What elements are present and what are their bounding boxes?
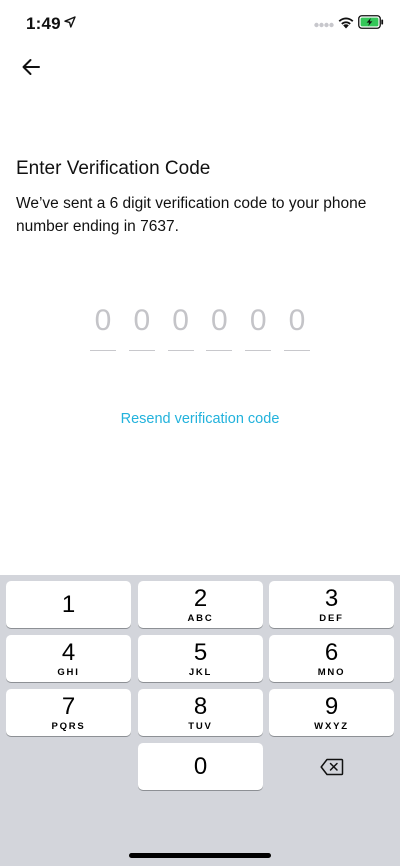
key-digit: 6 xyxy=(324,638,339,666)
key-6[interactable]: 6 MNO xyxy=(269,635,394,682)
key-2[interactable]: 2 ABC xyxy=(138,581,263,628)
page-title: Enter Verification Code xyxy=(16,158,211,179)
code-digit-underline xyxy=(90,350,116,351)
key-7[interactable]: 7 PQRS xyxy=(6,689,131,736)
code-digit-placeholder: 0 xyxy=(288,304,306,337)
code-digit-underline xyxy=(128,350,155,351)
code-digit-underline xyxy=(167,350,194,351)
resend-code-link[interactable]: Resend verification code xyxy=(0,411,400,427)
code-digit-underline xyxy=(283,350,310,351)
key-3[interactable]: 3 DEF xyxy=(269,581,394,628)
key-letters: WXYZ xyxy=(314,720,349,732)
code-digit-placeholder: 0 xyxy=(172,304,189,337)
key-letters: PQRS xyxy=(51,720,86,732)
key-digit: 3 xyxy=(324,584,339,612)
key-digit: 2 xyxy=(193,584,208,612)
code-digit-slot[interactable]: 0 xyxy=(90,302,116,354)
back-button[interactable] xyxy=(14,52,48,82)
status-bar: 1:49 xyxy=(0,0,400,48)
key-4[interactable]: 4 GHI xyxy=(6,635,131,682)
code-digit-placeholder: 0 xyxy=(94,304,112,337)
key-0[interactable]: 0 xyxy=(138,743,263,790)
key-digit: 9 xyxy=(324,692,339,720)
code-digit-underline xyxy=(206,350,233,351)
status-time: 1:49 xyxy=(26,14,61,33)
backspace-icon xyxy=(319,758,343,775)
code-digit-underline xyxy=(245,350,272,351)
code-digit-placeholder: 0 xyxy=(249,304,267,337)
key-letters: ABC xyxy=(187,612,214,624)
key-8[interactable]: 8 TUV xyxy=(138,689,263,736)
key-digit: 5 xyxy=(193,638,208,666)
key-5[interactable]: 5 JKL xyxy=(138,635,263,682)
key-9[interactable]: 9 WXYZ xyxy=(269,689,394,736)
key-digit: 7 xyxy=(61,692,76,720)
home-indicator[interactable] xyxy=(129,853,271,858)
verification-description: We’ve sent a 6 digit verification code t… xyxy=(16,195,367,235)
wifi-icon xyxy=(338,17,354,29)
key-letters: MNO xyxy=(317,666,346,678)
code-digit-slot[interactable]: 0 xyxy=(167,302,194,354)
key-digit: 4 xyxy=(61,638,76,666)
key-letters: TUV xyxy=(188,720,213,732)
code-digit-placeholder: 0 xyxy=(133,304,151,337)
delete-key[interactable] xyxy=(269,743,394,790)
key-digit: 0 xyxy=(193,752,208,780)
key-letters: JKL xyxy=(188,666,213,678)
key-digit: 8 xyxy=(193,692,208,720)
code-digit-slot[interactable]: 0 xyxy=(245,302,272,354)
code-digit-slot[interactable]: 0 xyxy=(206,302,233,354)
battery-charging-icon xyxy=(358,15,384,29)
location-arrow-icon xyxy=(64,16,76,28)
cellular-signal-icon xyxy=(314,22,334,28)
key-1[interactable]: 1 xyxy=(6,581,131,628)
code-digit-placeholder: 0 xyxy=(211,304,228,337)
verification-code-input[interactable]: 0 0 0 0 0 0 xyxy=(90,302,310,354)
numeric-keypad: 1 2 ABC 3 DEF 4 GHI 5 JKL 6 MNO 7 PQRS 8… xyxy=(0,575,400,866)
code-digit-slot[interactable]: 0 xyxy=(283,302,310,354)
arrow-left-icon xyxy=(22,59,40,75)
code-digit-slot[interactable]: 0 xyxy=(128,302,155,354)
key-letters: DEF xyxy=(319,612,344,624)
key-letters: GHI xyxy=(57,666,80,678)
key-digit: 1 xyxy=(61,590,76,618)
